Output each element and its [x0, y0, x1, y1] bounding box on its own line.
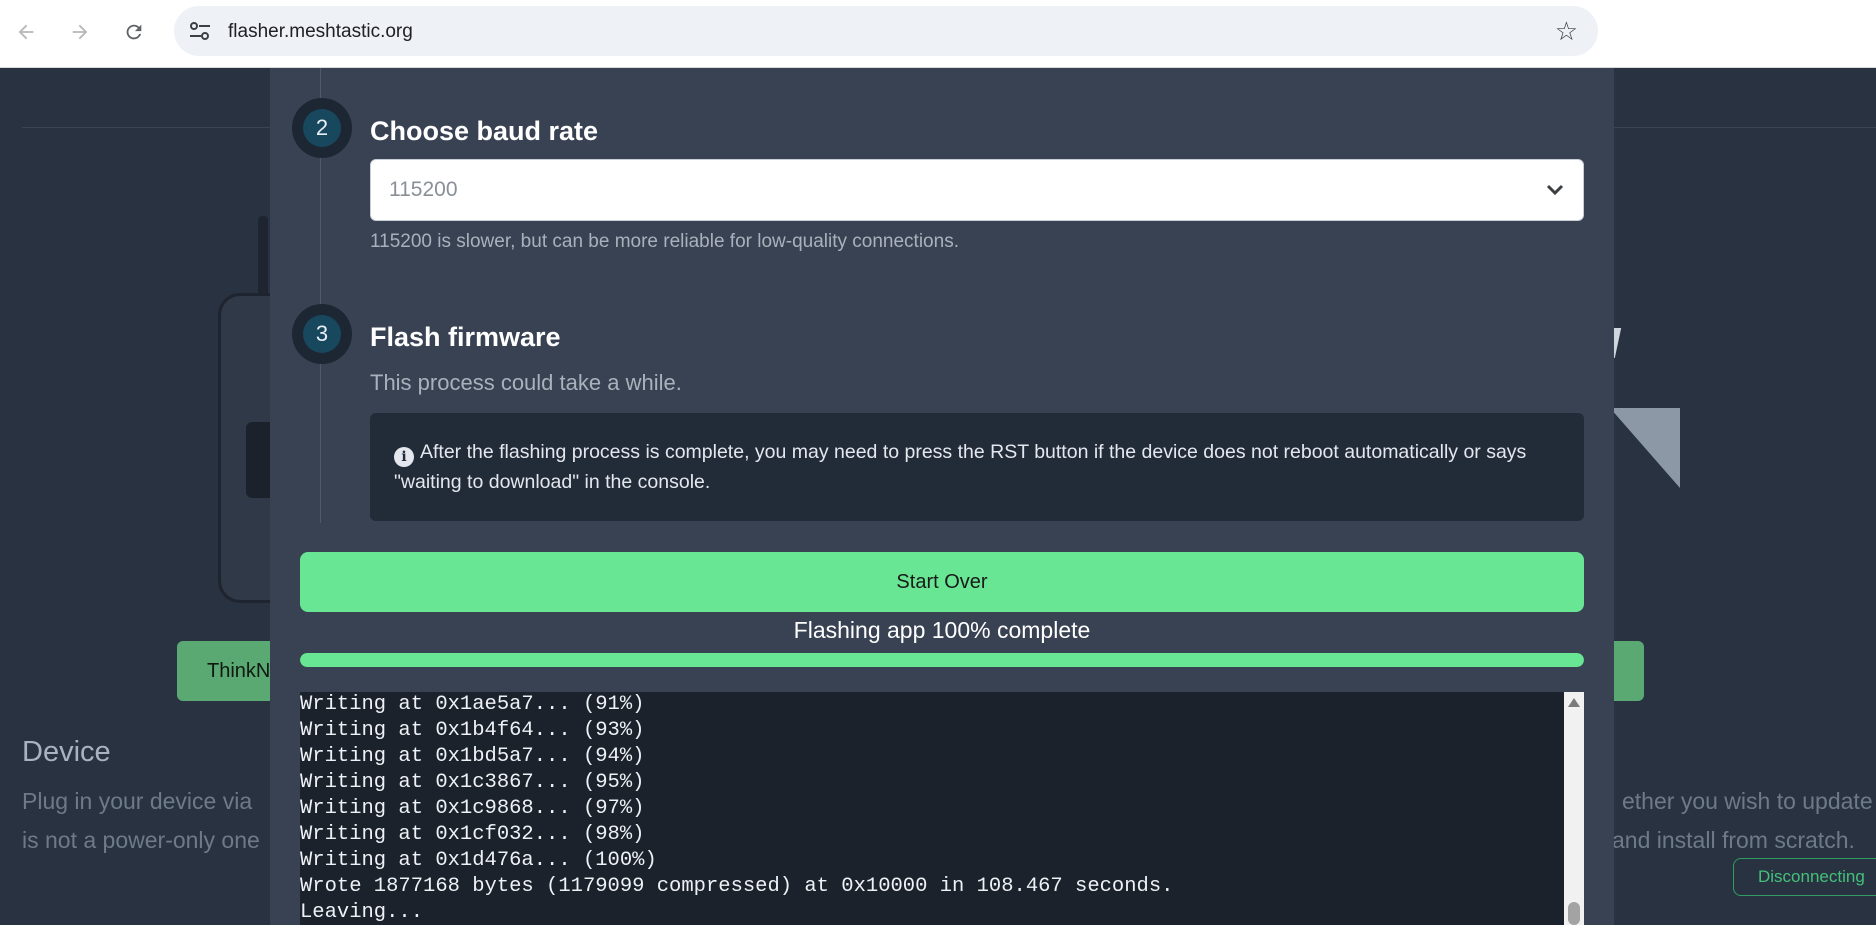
- site-settings-icon[interactable]: [188, 20, 212, 42]
- baud-rate-title: Choose baud rate: [370, 116, 599, 146]
- scroll-thumb[interactable]: [1568, 902, 1580, 925]
- console-line: Writing at 0x1c9868... (97%): [300, 797, 645, 820]
- console-line: Writing at 0x1cf032... (98%): [300, 823, 645, 846]
- console-line: Writing at 0x1ae5a7... (91%): [300, 693, 645, 716]
- step-3-badge: 3: [292, 304, 352, 364]
- device-select-label: ThinkN: [207, 659, 271, 682]
- device-section-heading: Device: [22, 736, 111, 768]
- forward-arrow-icon: [72, 24, 88, 40]
- forward-button[interactable]: [66, 14, 94, 50]
- info-icon: i: [394, 447, 414, 467]
- flash-info-text: After the flashing process is complete, …: [394, 441, 1527, 493]
- address-bar[interactable]: flasher.meshtastic.org ☆: [174, 6, 1598, 56]
- bookmark-star-icon[interactable]: ☆: [1555, 16, 1578, 47]
- firmware-instructions-line1: ether you wish to update: [1622, 788, 1873, 814]
- disconnect-button[interactable]: Disconnecting: [1733, 858, 1876, 896]
- disconnect-label: Disconnecting: [1758, 867, 1865, 886]
- console-line: Leaving...: [300, 901, 424, 924]
- step-3-number: 3: [303, 315, 341, 353]
- baud-rate-value: 115200: [389, 178, 458, 201]
- back-arrow-icon: [18, 24, 34, 40]
- back-button[interactable]: [12, 14, 40, 50]
- chevron-down-icon: [1546, 184, 1564, 196]
- flash-firmware-subtitle: This process could take a while.: [370, 370, 682, 395]
- progress-label: Flashing app 100% complete: [793, 617, 1091, 643]
- console-line: Writing at 0x1b4f64... (93%): [300, 719, 645, 742]
- decorative-triangle: [1610, 408, 1680, 488]
- console-line: Writing at 0x1bd5a7... (94%): [300, 745, 645, 768]
- console-line: Writing at 0x1c3867... (95%): [300, 771, 645, 794]
- firmware-instructions-line2: and install from scratch.: [1612, 827, 1855, 853]
- baud-rate-help: 115200 is slower, but can be more reliab…: [370, 231, 959, 252]
- scroll-up-arrow-icon[interactable]: [1568, 698, 1580, 707]
- flash-info-alert: i After the flashing process is complete,…: [370, 413, 1584, 521]
- progress-bar-fill: [300, 653, 1584, 667]
- url-text[interactable]: flasher.meshtastic.org: [228, 21, 413, 43]
- device-instructions-line1: Plug in your device via: [22, 788, 253, 814]
- console-output[interactable]: Writing at 0x1ae5a7... (91%) Writing at 0…: [300, 692, 1584, 925]
- flash-dialog: 2 Choose baud rate 115200 115200 is slow…: [270, 68, 1614, 925]
- console-line: Writing at 0x1d476a... (100%): [300, 849, 657, 872]
- page-background: ThinkN Device Plug in your device via is…: [0, 68, 1876, 925]
- flash-firmware-title: Flash firmware: [370, 322, 561, 352]
- console-line: Wrote 1877168 bytes (1179099 compressed)…: [300, 875, 1174, 898]
- console-scrollbar[interactable]: [1564, 692, 1584, 925]
- step-2-badge: 2: [292, 98, 352, 158]
- reload-icon: [126, 24, 142, 40]
- device-instructions-line2: is not a power-only one: [22, 827, 260, 853]
- console-log: Writing at 0x1ae5a7... (91%) Writing at 0…: [300, 692, 1173, 925]
- progress-bar: [300, 653, 1584, 667]
- reload-button[interactable]: [120, 14, 148, 50]
- step-2-number: 2: [303, 109, 341, 147]
- baud-rate-select[interactable]: 115200: [370, 159, 1584, 221]
- start-over-button[interactable]: Start Over: [300, 552, 1584, 612]
- browser-toolbar: flasher.meshtastic.org ☆: [0, 0, 1876, 68]
